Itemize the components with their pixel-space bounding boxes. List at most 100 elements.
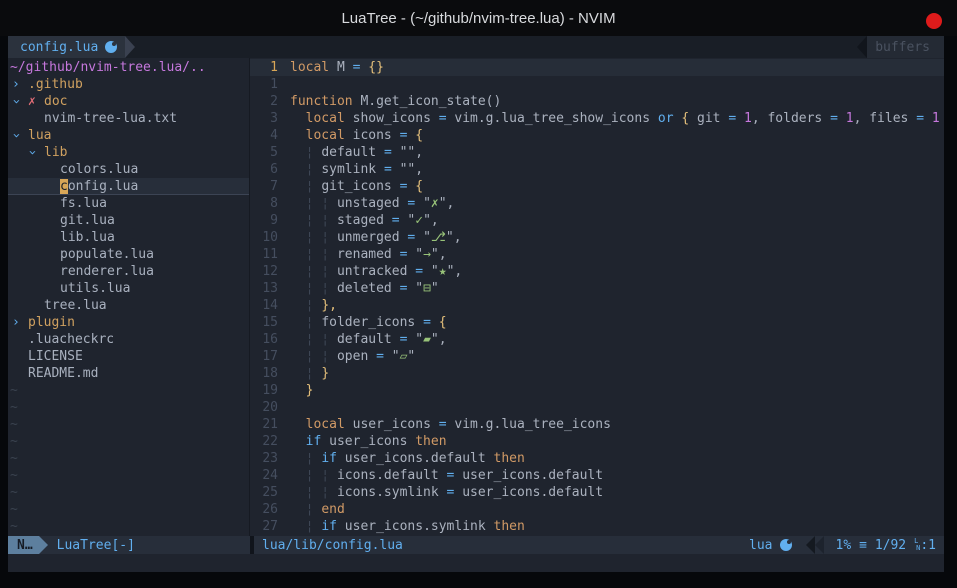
scroll-percent: 1% [836, 538, 852, 553]
cursor-position: 1/92 [875, 538, 906, 553]
empty-line-tilde: ~ [10, 501, 18, 518]
command-line[interactable] [8, 554, 944, 572]
line-number: 2 [250, 93, 278, 110]
tree-item[interactable]: ~ [8, 416, 249, 433]
tree-item[interactable]: ~ [8, 450, 249, 467]
code-line[interactable]: 20 [250, 399, 944, 416]
tree-item-selected[interactable]: config.lua [8, 178, 249, 195]
code-line[interactable]: 10 ¦ ¦ unmerged = "⎇", [250, 229, 944, 246]
tree-item[interactable]: tree.lua [8, 297, 249, 314]
close-button[interactable] [926, 13, 942, 29]
code-line[interactable]: 7 ¦ git_icons = { [250, 178, 944, 195]
code-line[interactable]: 2function M.get_icon_state() [250, 93, 944, 110]
empty-line-tilde: ~ [10, 382, 18, 399]
tree-item[interactable]: README.md [8, 365, 249, 382]
empty-line-tilde: ~ [10, 518, 18, 535]
tree-item[interactable]: ›plugin [8, 314, 249, 331]
line-number: 27 [250, 518, 278, 535]
status-chevron-separator [806, 536, 815, 554]
tree-item-label: tree.lua [44, 297, 107, 314]
code-line[interactable]: 5 ¦ default = "", [250, 144, 944, 161]
tree-root-path: ~/github/nvim-tree.lua/.. [10, 59, 206, 76]
tree-item-label: README.md [28, 365, 98, 382]
tab-config-lua[interactable]: config.lua [8, 36, 125, 58]
code-line-text [278, 399, 290, 416]
code-line-text: ¦ ¦ unmerged = "⎇", [278, 229, 462, 246]
tree-item[interactable]: lib.lua [8, 229, 249, 246]
code-line[interactable]: 16 ¦ ¦ default = "▰", [250, 331, 944, 348]
line-number: 3 [250, 110, 278, 127]
code-line[interactable]: 6 ¦ symlink = "", [250, 161, 944, 178]
code-line-text: ¦ if user_icons.default then [278, 450, 525, 467]
code-line-text: if user_icons then [278, 433, 447, 450]
tree-item[interactable]: fs.lua [8, 195, 249, 212]
code-line[interactable]: 26 ¦ end [250, 501, 944, 518]
code-line[interactable]: 24 ¦ ¦ icons.default = user_icons.defaul… [250, 467, 944, 484]
tree-item[interactable]: git.lua [8, 212, 249, 229]
code-line[interactable]: 22 if user_icons then [250, 433, 944, 450]
editor-body: ~/github/nvim-tree.lua/..›.github›✗docnv… [8, 58, 944, 536]
tree-item[interactable]: ›lib [8, 144, 249, 161]
tree-item[interactable]: ~ [8, 399, 249, 416]
code-line-text: local show_icons = vim.g.lua_tree_show_i… [278, 110, 940, 127]
line-number: 15 [250, 314, 278, 331]
code-line[interactable]: 11 ¦ ¦ renamed = "→", [250, 246, 944, 263]
line-number: 5 [250, 144, 278, 161]
tree-item[interactable]: ~ [8, 433, 249, 450]
code-line-text: ¦ end [278, 501, 345, 518]
code-line[interactable]: 9 ¦ ¦ staged = "✓", [250, 212, 944, 229]
tree-item[interactable]: ›.github [8, 76, 249, 93]
tree-item[interactable]: ~/github/nvim-tree.lua/.. [8, 59, 249, 76]
tree-item[interactable]: .luacheckrc [8, 331, 249, 348]
tree-item[interactable]: LICENSE [8, 348, 249, 365]
line-number: 22 [250, 433, 278, 450]
line-count-group: ≡ 1/92 [859, 538, 906, 553]
tree-item-label: renderer.lua [60, 263, 154, 280]
empty-line-tilde: ~ [10, 399, 18, 416]
status-filetype: lua [749, 538, 791, 553]
tree-item[interactable]: ›✗doc [8, 93, 249, 110]
code-line[interactable]: 13 ¦ ¦ deleted = "⊟" [250, 280, 944, 297]
tree-item[interactable]: ~ [8, 467, 249, 484]
code-line[interactable]: 12 ¦ ¦ untracked = "★", [250, 263, 944, 280]
tree-item[interactable]: ~ [8, 382, 249, 399]
line-number: 10 [250, 229, 278, 246]
code-line[interactable]: 14 ¦ }, [250, 297, 944, 314]
tree-item[interactable]: colors.lua [8, 161, 249, 178]
column-number: :1 [920, 538, 936, 553]
code-line-text: local M = {} [278, 59, 384, 76]
code-line[interactable]: 17 ¦ ¦ open = "▱" [250, 348, 944, 365]
buffers-chevron-separator [857, 36, 867, 58]
line-number: 20 [250, 399, 278, 416]
tree-item[interactable]: renderer.lua [8, 263, 249, 280]
code-line[interactable]: 1local M = {} [250, 59, 944, 76]
buffers-label[interactable]: buffers [867, 36, 944, 58]
code-line[interactable]: 25 ¦ ¦ icons.symlink = user_icons.defaul… [250, 484, 944, 501]
code-line[interactable]: 8 ¦ ¦ unstaged = "✗", [250, 195, 944, 212]
tabline: config.lua buffers [8, 36, 944, 58]
tree-item[interactable]: ~ [8, 484, 249, 501]
code-line[interactable]: 27 ¦ if user_icons.symlink then [250, 518, 944, 535]
code-line-text: ¦ ¦ staged = "✓", [278, 212, 439, 229]
tree-item[interactable]: ›lua [8, 127, 249, 144]
tree-item-label: lua [28, 127, 51, 144]
code-line[interactable]: 4 local icons = { [250, 127, 944, 144]
tree-item[interactable]: populate.lua [8, 246, 249, 263]
line-number: 6 [250, 161, 278, 178]
code-line[interactable]: 23 ¦ if user_icons.default then [250, 450, 944, 467]
code-line-text: ¦ ¦ deleted = "⊟" [278, 280, 439, 297]
tree-item[interactable]: utils.lua [8, 280, 249, 297]
code-line[interactable]: 3 local show_icons = vim.g.lua_tree_show… [250, 110, 944, 127]
code-line[interactable]: 19 } [250, 382, 944, 399]
tree-item[interactable]: ~ [8, 501, 249, 518]
tree-item[interactable]: ~ [8, 518, 249, 535]
code-line[interactable]: 15 ¦ folder_icons = { [250, 314, 944, 331]
statusline: N… LuaTree[-] lua/lib/config.lua lua 1% … [8, 536, 944, 554]
code-line[interactable]: 18 ¦ } [250, 365, 944, 382]
code-line[interactable]: 1 [250, 76, 944, 93]
code-line[interactable]: 21 local user_icons = vim.g.lua_tree_ico… [250, 416, 944, 433]
lua-moon-icon [780, 539, 792, 551]
tree-item[interactable]: nvim-tree-lua.txt [8, 110, 249, 127]
tree-item-label: colors.lua [60, 161, 138, 178]
line-number: 18 [250, 365, 278, 382]
